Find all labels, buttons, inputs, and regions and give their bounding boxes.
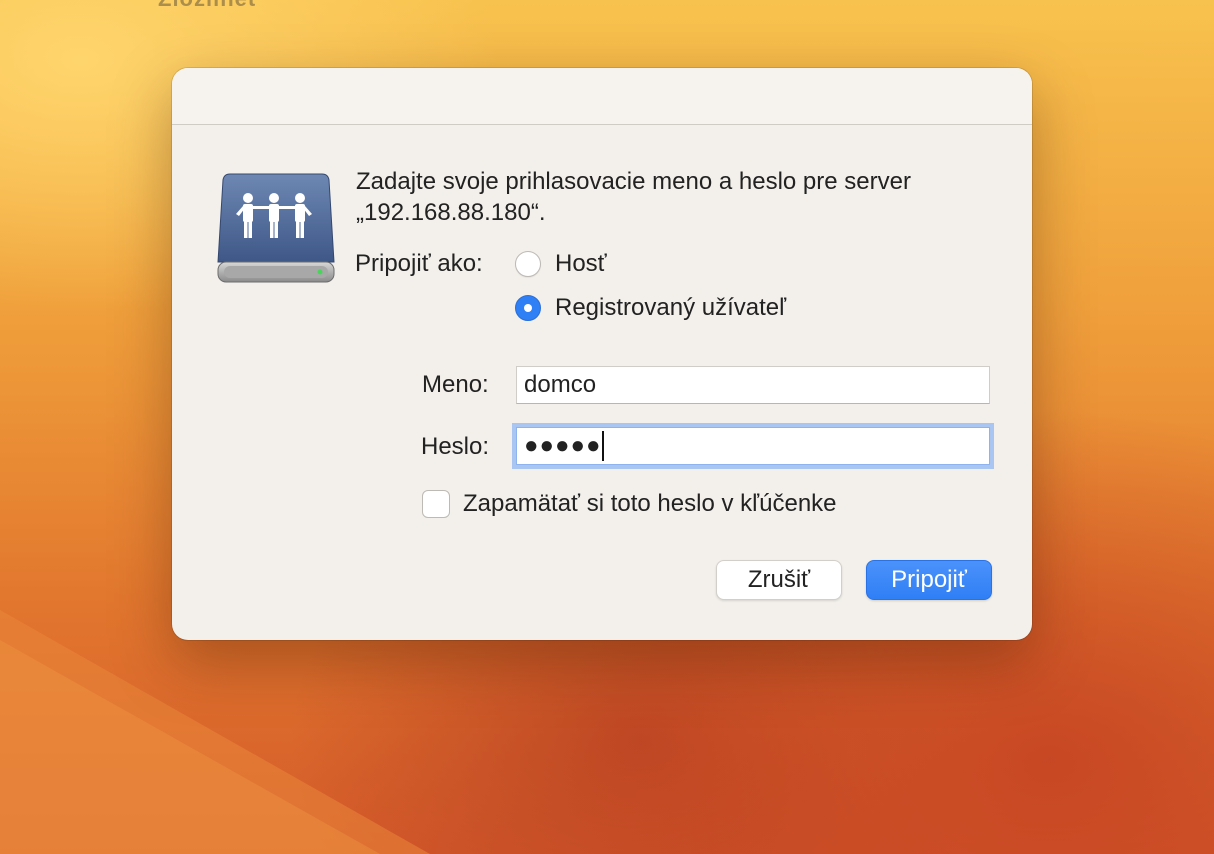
cancel-button[interactable]: Zrušiť xyxy=(716,560,842,600)
connect-as-label: Pripojiť ako: xyxy=(355,250,483,277)
registered-user-radio[interactable] xyxy=(515,295,541,321)
shared-server-icon xyxy=(216,170,336,290)
password-field[interactable]: ●●●●● xyxy=(516,427,990,465)
remember-password-checkbox[interactable] xyxy=(422,490,450,518)
password-field-value: ●●●●● xyxy=(524,432,602,459)
name-label: Meno: xyxy=(422,371,489,398)
name-field-value: domco xyxy=(524,371,597,398)
guest-radio[interactable] xyxy=(515,251,541,277)
connect-dialog: Zadajte svoje prihlasovacie meno a heslo… xyxy=(172,68,1032,640)
prompt-line-2: „192.168.88.180“. xyxy=(356,199,546,226)
remember-password-label[interactable]: Zapamätať si toto heslo v kľúčenke xyxy=(463,490,837,518)
connect-button[interactable]: Pripojiť xyxy=(866,560,992,600)
text-caret xyxy=(602,431,605,461)
prompt-line-1: Zadajte svoje prihlasovacie meno a heslo… xyxy=(356,168,911,195)
dialog-titlebar[interactable] xyxy=(172,68,1032,125)
password-label: Heslo: xyxy=(421,433,490,460)
name-field[interactable]: domco xyxy=(516,366,990,404)
dialog-prompt: Zadajte svoje prihlasovacie meno a heslo… xyxy=(356,166,996,228)
registered-user-option-label[interactable]: Registrovaný užívateľ xyxy=(555,294,786,322)
desktop-item-label: Zložlinět xyxy=(158,0,256,12)
guest-option-label[interactable]: Hosť xyxy=(555,250,607,278)
